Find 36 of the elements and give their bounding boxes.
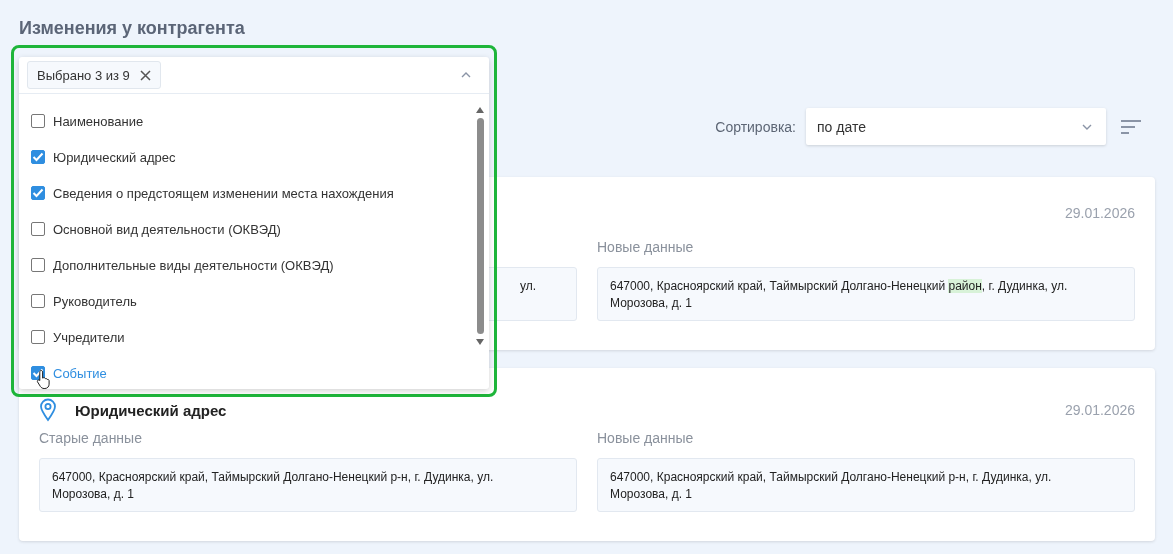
- filter-option[interactable]: Наименование: [19, 103, 475, 139]
- checkbox[interactable]: [31, 258, 45, 272]
- filter-option[interactable]: Руководитель: [19, 283, 475, 319]
- scroll-up-icon[interactable]: [475, 106, 485, 114]
- filter-option[interactable]: Дополнительные виды деятельности (ОКВЭД): [19, 247, 475, 283]
- chevron-up-icon[interactable]: [461, 72, 471, 78]
- scroll-down-icon[interactable]: [475, 338, 485, 346]
- checkbox[interactable]: [31, 114, 45, 128]
- location-pin-icon: [39, 398, 57, 422]
- close-icon[interactable]: [139, 69, 151, 81]
- old-address: 647000, Красноярский край, Таймырский Долгано-Ненецкий р-н, г. Дудинка, ул. Морозова, д. 1: [52, 470, 494, 501]
- change-date: 29.01.2026: [1064, 205, 1135, 221]
- page-title: Изменения у контрагента: [19, 17, 246, 40]
- filter-option[interactable]: Учредители: [19, 319, 475, 355]
- new-data-label: Новые данные: [597, 430, 695, 448]
- card-title: Юридический адрес: [75, 401, 227, 419]
- filter-option[interactable]: Юридический адрес: [19, 139, 475, 175]
- change-date: 29.01.2026: [1064, 402, 1135, 418]
- filter-option[interactable]: Событие: [19, 355, 475, 391]
- old-address: ул.: [519, 278, 536, 295]
- filter-option[interactable]: Сведения о предстоящем изменении места нахождения: [19, 175, 475, 211]
- chevron-down-icon: [1082, 123, 1092, 130]
- checkbox[interactable]: [31, 330, 45, 344]
- checkbox[interactable]: [31, 222, 45, 236]
- old-data-label: Старые данные: [39, 430, 143, 448]
- sort-label: Сортировка:: [715, 118, 796, 135]
- checkbox[interactable]: [31, 186, 45, 200]
- new-data-label: Новые данные: [597, 239, 695, 257]
- sort-icon[interactable]: [1120, 118, 1142, 135]
- checkbox[interactable]: [31, 294, 45, 308]
- new-address: 647000, Красноярский край, Таймырский Долгано-Ненецкий район, г. Дудинка, ул. Морозова, д. 1: [610, 278, 1069, 312]
- checkbox[interactable]: [31, 150, 45, 164]
- new-address: 647000, Красноярский край, Таймырский Долгано-Ненецкий р-н, г. Дудинка, ул. Морозова, д. 1: [610, 469, 1053, 503]
- chip-label: Выбрано 3 из 9: [37, 67, 130, 83]
- filter-option[interactable]: Основной вид деятельности (ОКВЭД): [19, 211, 475, 247]
- sort-select[interactable]: по дате: [806, 108, 1106, 145]
